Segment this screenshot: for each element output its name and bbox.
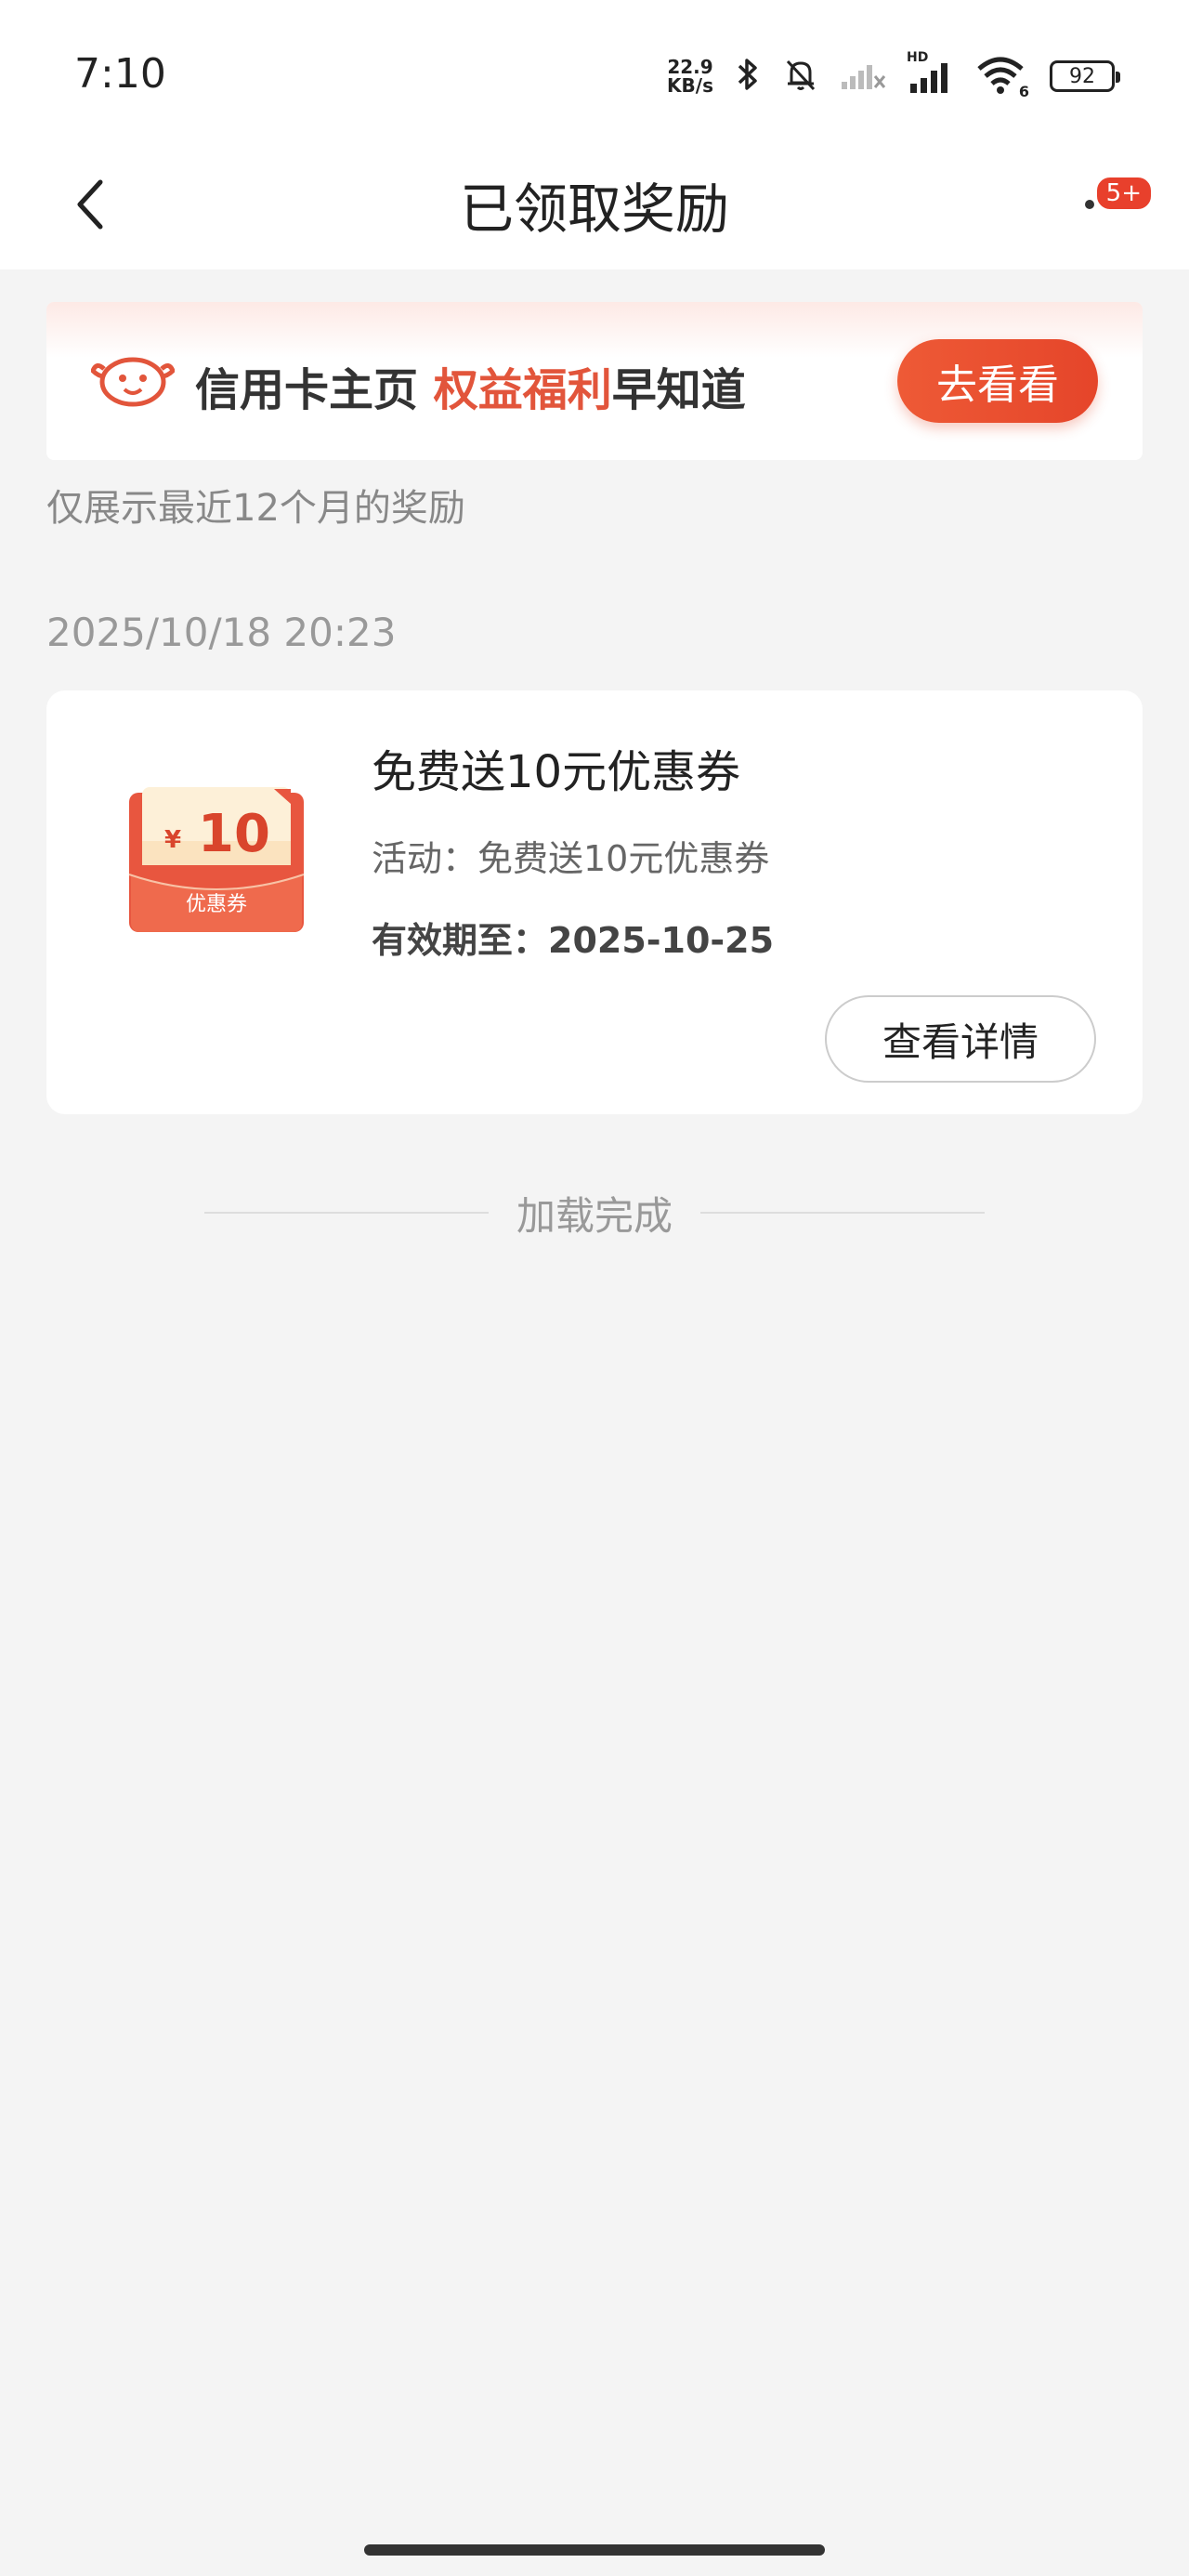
banner-text-part1: 信用卡主页 [195, 364, 434, 416]
credit-card-banner[interactable]: 信用卡主页 权益福利早知道 去看看 [46, 302, 1143, 460]
reward-card: ¥ 10 优惠券 免费送10元优惠券 活动：免费送10元优惠券 有效期至：202… [46, 690, 1143, 1114]
battery-level: 92 [1069, 64, 1095, 88]
bluetooth-icon [734, 56, 762, 97]
more-button[interactable]: 5+ [1068, 167, 1154, 242]
divider-left [204, 1212, 489, 1214]
banner-text-highlight: 权益福利 [433, 364, 612, 416]
coupon-label: 优惠券 [185, 893, 247, 916]
reward-activity: 活动：免费送10元优惠券 [372, 838, 770, 879]
coupon-amount: 10 [198, 804, 270, 864]
network-speed-value: 22.9 [667, 56, 713, 78]
wifi-generation: 6 [1018, 83, 1029, 100]
coupon-currency: ¥ [164, 826, 182, 854]
wifi-icon: 6 [975, 56, 1029, 100]
status-icons: 22.9 KB/s HD 6 92 [667, 50, 1120, 100]
chevron-left-icon [77, 179, 103, 230]
no-signal-icon [840, 56, 886, 97]
nav-bar: 已领取奖励 5+ [0, 139, 1189, 269]
page-title: 已领取奖励 [459, 177, 729, 241]
banner-text-part2: 早知道 [611, 364, 746, 416]
loading-complete-text: 加载完成 [516, 1192, 673, 1239]
reward-title: 免费送10元优惠券 [372, 746, 741, 798]
back-button[interactable] [54, 167, 128, 242]
mute-bell-icon [782, 56, 819, 97]
go-see-button[interactable]: 去看看 [897, 339, 1098, 423]
network-speed: 22.9 KB/s [667, 58, 713, 95]
coupon-icon: ¥ 10 优惠券 [125, 785, 307, 934]
battery-indicator: 92 [1050, 60, 1120, 92]
display-range-hint: 仅展示最近12个月的奖励 [46, 487, 465, 530]
hd-label: HD [907, 50, 929, 65]
notification-badge: 5+ [1093, 175, 1154, 212]
pig-logo-icon [91, 357, 175, 407]
reward-expiry: 有效期至：2025-10-25 [372, 920, 775, 961]
view-details-button[interactable]: 查看详情 [825, 995, 1096, 1083]
hd-signal-icon: HD [907, 50, 955, 97]
record-date: 2025/10/18 20:23 [46, 610, 397, 655]
status-time: 7:10 [74, 50, 166, 98]
home-indicator[interactable] [364, 2544, 825, 2556]
status-bar: 7:10 22.9 KB/s HD 6 92 [0, 0, 1189, 139]
loading-complete: 加载完成 [204, 1185, 986, 1241]
banner-text: 信用卡主页 权益福利早知道 [195, 353, 746, 418]
divider-right [700, 1212, 986, 1214]
network-speed-unit: KB/s [667, 74, 713, 97]
